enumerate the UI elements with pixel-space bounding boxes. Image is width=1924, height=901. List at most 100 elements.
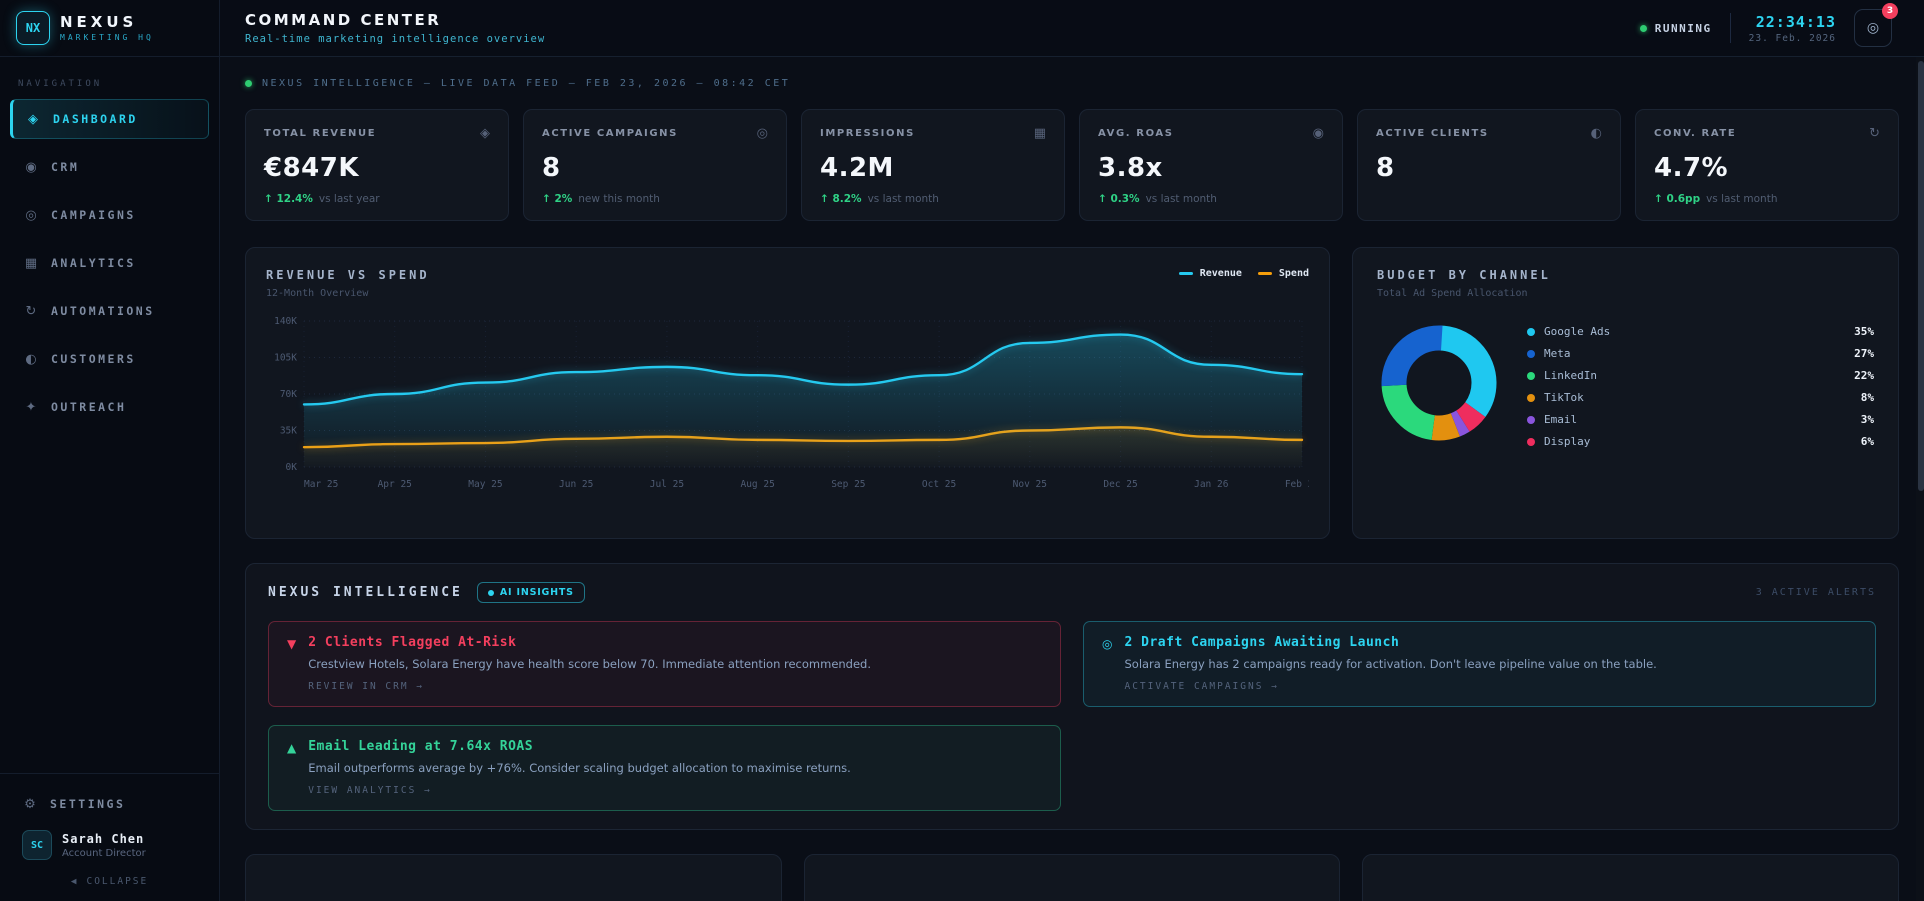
donut-chart-title: BUDGET BY CHANNEL: [1377, 268, 1874, 282]
diamond-icon: ◈: [480, 126, 490, 141]
notifications-button[interactable]: ◎ 3: [1854, 9, 1892, 47]
alert-body: Solara Energy has 2 campaigns ready for …: [1124, 657, 1656, 671]
alert-2-clients-flagged-at-risk[interactable]: ▼2 Clients Flagged At-RiskCrestview Hote…: [268, 621, 1061, 707]
status-dot-icon: [1640, 25, 1647, 32]
svg-text:Apr 25: Apr 25: [378, 479, 412, 490]
channel-label: LinkedIn: [1544, 369, 1597, 382]
dashboard-content: NEXUS INTELLIGENCE — LIVE DATA FEED — FE…: [220, 57, 1924, 901]
legend-dot-icon: [1527, 394, 1535, 402]
alert-action-link[interactable]: ACTIVATE CAMPAIGNS →: [1124, 681, 1656, 692]
donut-chart-subtitle: Total Ad Spend Allocation: [1377, 288, 1874, 299]
svg-text:105K: 105K: [274, 353, 297, 364]
svg-text:Nov 25: Nov 25: [1013, 479, 1047, 490]
page-subtitle: Real-time marketing intelligence overvie…: [245, 33, 545, 45]
alert-severity-icon: ▲: [287, 739, 296, 796]
svg-text:Dec 25: Dec 25: [1103, 479, 1137, 490]
kpi-label: CONV. RATE: [1654, 128, 1736, 139]
svg-text:35K: 35K: [280, 426, 297, 437]
kpi-delta-value: ↑ 0.6pp: [1654, 193, 1700, 205]
sidebar-item-settings[interactable]: ⚙ SETTINGS: [10, 786, 209, 822]
sidebar-item-crm[interactable]: ◉CRM: [10, 147, 209, 187]
user-name: Sarah Chen: [62, 832, 146, 846]
sidebar-item-analytics[interactable]: ▦ANALYTICS: [10, 243, 209, 283]
kpi-header: AVG. ROAS◉: [1098, 126, 1324, 141]
kpi-delta: ↑ 0.6ppvs last month: [1654, 193, 1880, 206]
alert-action-link[interactable]: REVIEW IN CRM →: [308, 681, 871, 692]
budget-by-channel-card: BUDGET BY CHANNEL Total Ad Spend Allocat…: [1352, 247, 1899, 539]
kpi-value: 8: [542, 153, 768, 183]
intelligence-title: NEXUS INTELLIGENCE: [268, 585, 463, 600]
alert-action-link[interactable]: VIEW ANALYTICS →: [308, 785, 851, 796]
intelligence-panel: NEXUS INTELLIGENCE AI INSIGHTS 3 ACTIVE …: [245, 563, 1899, 830]
target-icon: ◉: [23, 160, 39, 175]
channel-value: 6%: [1861, 435, 1874, 448]
channel-label: Email: [1544, 413, 1577, 426]
svg-text:Feb 26: Feb 26: [1285, 479, 1309, 490]
alert-title: 2 Draft Campaigns Awaiting Launch: [1124, 635, 1656, 650]
sidebar-item-outreach[interactable]: ✦OUTREACH: [10, 387, 209, 427]
scrollbar-thumb[interactable]: [1918, 61, 1924, 491]
user-profile[interactable]: SC Sarah Chen Account Director: [10, 822, 209, 864]
kpi-card-conv-rate[interactable]: CONV. RATE↻4.7%↑ 0.6ppvs last month: [1635, 109, 1899, 221]
kpi-value: 8: [1376, 153, 1602, 183]
brand-logo: NX: [16, 11, 50, 45]
kpi-delta-value: ↑ 2%: [542, 193, 572, 205]
line-chart: 0K35K70K105K140KMar 25Apr 25May 25Jun 25…: [266, 311, 1309, 503]
kpi-delta-value: ↑ 8.2%: [820, 193, 862, 205]
alert-email-leading-at-7-64x-roas[interactable]: ▲Email Leading at 7.64x ROASEmail outper…: [268, 725, 1061, 811]
alert-body: Email outperforms average by +76%. Consi…: [308, 761, 851, 775]
gear-icon: ⚙: [22, 797, 38, 812]
bell-icon: ◎: [1867, 20, 1879, 36]
ai-insights-label: AI INSIGHTS: [500, 587, 574, 598]
collapse-button[interactable]: ◀ COLLAPSE: [10, 876, 209, 887]
sidebar-item-campaigns[interactable]: ◎CAMPAIGNS: [10, 195, 209, 235]
donut-chart: [1377, 321, 1501, 445]
ai-insights-badge[interactable]: AI INSIGHTS: [477, 582, 585, 603]
sidebar-item-label: OUTREACH: [51, 400, 126, 414]
legend-swatch: [1179, 272, 1193, 275]
svg-text:Jun 25: Jun 25: [559, 479, 593, 490]
svg-text:70K: 70K: [280, 389, 297, 400]
live-feed-text: NEXUS INTELLIGENCE — LIVE DATA FEED — FE…: [262, 78, 790, 89]
kpi-card-total-revenue[interactable]: TOTAL REVENUE◈€847K↑ 12.4%vs last year: [245, 109, 509, 221]
brand-tagline: MARKETING HQ: [60, 33, 154, 42]
sidebar-item-customers[interactable]: ◐CUSTOMERS: [10, 339, 209, 379]
sidebar-item-dashboard[interactable]: ◈DASHBOARD: [10, 99, 209, 139]
sidebar-item-automations[interactable]: ↻AUTOMATIONS: [10, 291, 209, 331]
kpi-delta-value: ↑ 0.3%: [1098, 193, 1140, 205]
kpi-card-active-clients[interactable]: ACTIVE CLIENTS◐ 8: [1357, 109, 1621, 221]
kpi-header: IMPRESSIONS▦: [820, 126, 1046, 141]
legend-dot-icon: [1527, 438, 1535, 446]
kpi-card-active-campaigns[interactable]: ACTIVE CAMPAIGNS◎8↑ 2%new this month: [523, 109, 787, 221]
user-role: Account Director: [62, 848, 146, 859]
channel-label: TikTok: [1544, 391, 1584, 404]
grid-icon: ▦: [23, 256, 39, 271]
alert-title: 2 Clients Flagged At-Risk: [308, 635, 871, 650]
kpi-header: TOTAL REVENUE◈: [264, 126, 490, 141]
svg-text:Jan 26: Jan 26: [1194, 479, 1229, 490]
kpi-header: ACTIVE CLIENTS◐: [1376, 126, 1602, 141]
bottom-card: [1362, 854, 1899, 901]
collapse-label: COLLAPSE: [86, 876, 148, 887]
kpi-row: TOTAL REVENUE◈€847K↑ 12.4%vs last yearAC…: [245, 109, 1899, 221]
sidebar-item-label: CAMPAIGNS: [51, 208, 136, 222]
clock-date: 23. Feb. 2026: [1749, 33, 1836, 44]
kpi-delta-note: vs last year: [319, 193, 380, 205]
kpi-delta-value: ↑ 12.4%: [264, 193, 313, 205]
kpi-label: ACTIVE CAMPAIGNS: [542, 128, 678, 139]
kpi-card-impressions[interactable]: IMPRESSIONS▦4.2M↑ 8.2%vs last month: [801, 109, 1065, 221]
kpi-label: AVG. ROAS: [1098, 128, 1174, 139]
legend-item-spend: Spend: [1258, 268, 1309, 279]
kpi-label: ACTIVE CLIENTS: [1376, 128, 1489, 139]
kpi-header: CONV. RATE↻: [1654, 126, 1880, 141]
kpi-delta: ↑ 12.4% vs last year: [264, 193, 490, 206]
donut-legend-row: Display6%: [1527, 435, 1874, 448]
diamond-icon: ◈: [25, 112, 41, 127]
kpi-delta: ↑ 0.3%vs last month: [1098, 193, 1324, 206]
live-feed-banner: NEXUS INTELLIGENCE — LIVE DATA FEED — FE…: [245, 78, 1899, 89]
kpi-card-avg-roas[interactable]: AVG. ROAS◉3.8x↑ 0.3%vs last month: [1079, 109, 1343, 221]
svg-text:140K: 140K: [274, 316, 297, 327]
channel-value: 27%: [1854, 347, 1874, 360]
alert-content: Email Leading at 7.64x ROASEmail outperf…: [308, 739, 851, 796]
alert-2-draft-campaigns-awaiting-lau[interactable]: ◎2 Draft Campaigns Awaiting LaunchSolara…: [1083, 621, 1876, 707]
